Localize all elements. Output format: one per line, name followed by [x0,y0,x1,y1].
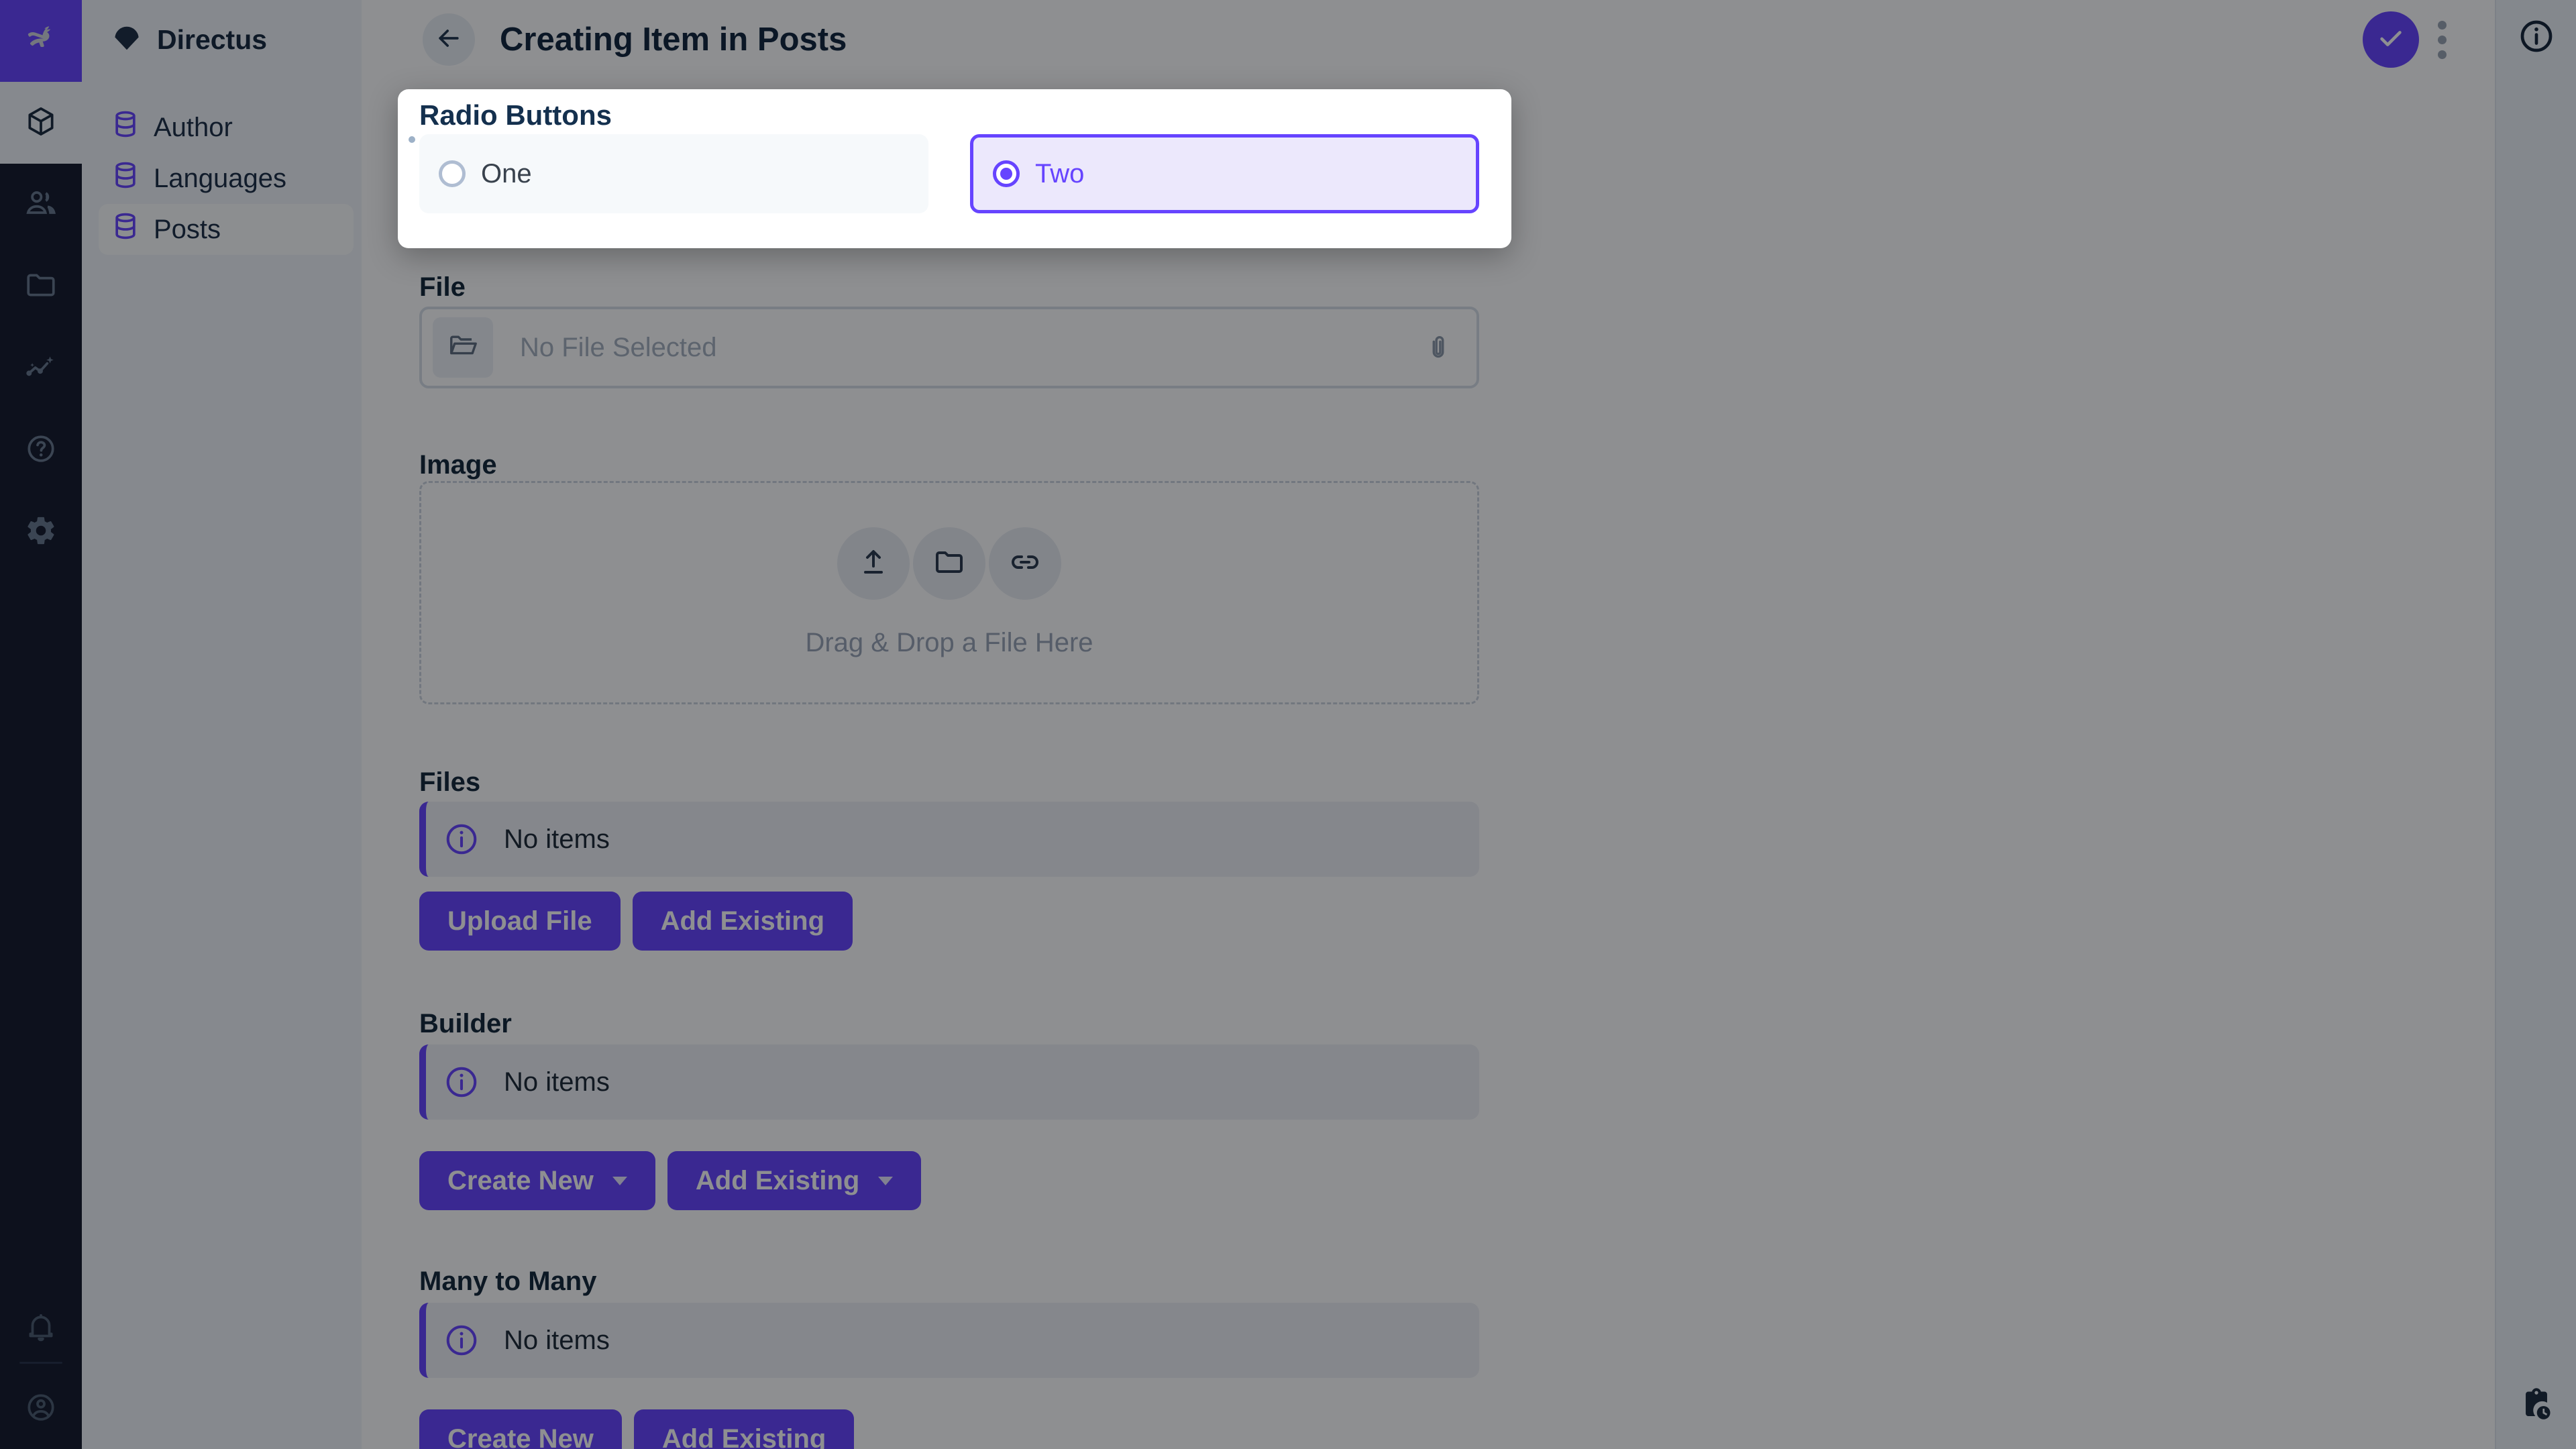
radio-buttons-label: Radio Buttons [419,99,612,131]
radio-option-two[interactable]: Two [970,134,1479,213]
radio-unchecked-icon [439,160,466,187]
radio-group: One Two [419,134,1479,213]
directus-app: Directus Author [0,0,2576,1449]
radio-option-one[interactable]: One [419,134,928,213]
field-edited-dot [409,136,415,143]
radio-checked-icon [993,160,1020,187]
radio-buttons-field: Radio Buttons One Two [398,89,1511,248]
